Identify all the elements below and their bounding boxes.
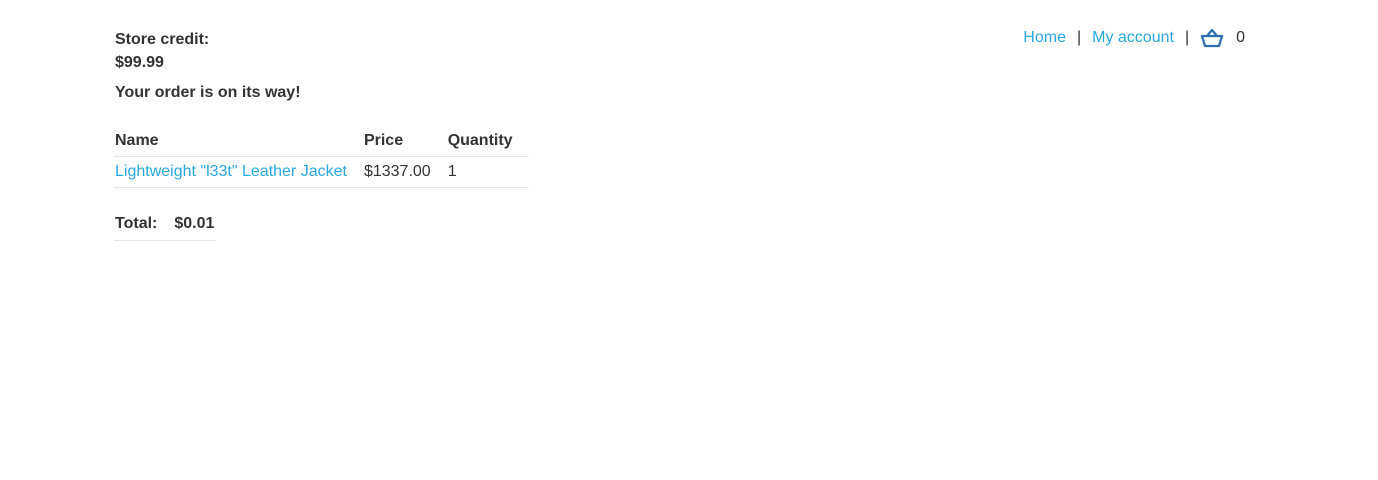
table-header-row: Name Price Quantity	[114, 126, 529, 157]
nav-separator: |	[1184, 29, 1190, 46]
product-link[interactable]: Lightweight "l33t" Leather Jacket	[115, 163, 347, 180]
column-header-name: Name	[114, 126, 363, 157]
order-status-message: Your order is on its way!	[115, 84, 301, 101]
order-items-table: Name Price Quantity Lightweight "l33t" L…	[114, 126, 529, 188]
cart-count: 0	[1236, 29, 1245, 46]
order-total-table: Total: $0.01	[114, 208, 216, 241]
basket-icon	[1200, 28, 1224, 48]
product-price-cell: $1337.00	[362, 156, 447, 188]
top-nav: Home | My account | 0	[1023, 28, 1245, 48]
my-account-link[interactable]: My account	[1092, 28, 1174, 48]
column-header-quantity: Quantity	[446, 126, 529, 157]
page: Store credit: $99.99 Home | My account |…	[0, 0, 1378, 480]
store-credit: Store credit: $99.99	[115, 28, 209, 74]
product-name-cell: Lightweight "l33t" Leather Jacket	[114, 156, 363, 188]
cart-link[interactable]: 0	[1200, 28, 1245, 48]
nav-separator: |	[1076, 29, 1082, 46]
total-label: Total:	[114, 208, 174, 241]
store-credit-amount: $99.99	[115, 54, 164, 71]
store-credit-label: Store credit:	[115, 31, 210, 48]
table-row: Lightweight "l33t" Leather Jacket $1337.…	[114, 156, 529, 188]
column-header-price: Price	[362, 126, 447, 157]
total-value: $0.01	[173, 208, 216, 241]
home-link[interactable]: Home	[1023, 28, 1066, 48]
product-quantity-cell: 1	[446, 156, 529, 188]
total-row: Total: $0.01	[114, 208, 216, 241]
